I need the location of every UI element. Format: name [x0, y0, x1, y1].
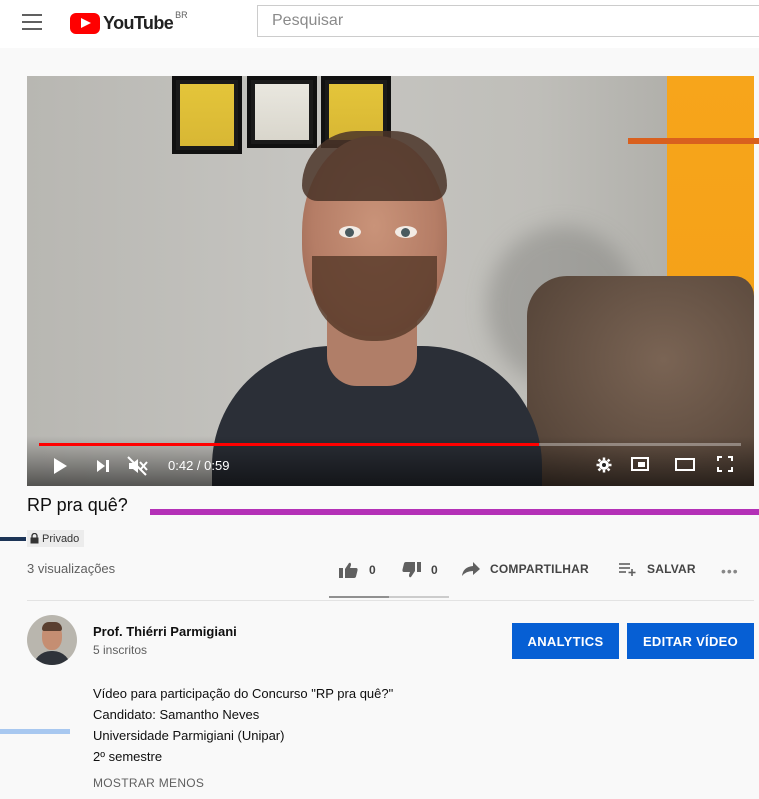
privacy-label: Privado [42, 532, 80, 545]
theater-mode-icon[interactable] [675, 458, 695, 471]
share-label: COMPARTILHAR [490, 562, 589, 576]
description-line: Universidade Parmigiani (Unipar) [93, 728, 285, 743]
decorative-lightblue-bar [0, 729, 70, 734]
logo-country-code: BR [175, 10, 188, 20]
thumbs-up-icon [339, 562, 358, 578]
muted-volume-icon[interactable] [127, 456, 149, 476]
edit-video-button[interactable]: EDITAR VÍDEO [627, 623, 754, 659]
search-box [257, 5, 759, 37]
divider [27, 600, 754, 601]
share-button[interactable]: COMPARTILHAR [462, 562, 589, 576]
description-line: Vídeo para participação do Concurso "RP … [93, 686, 394, 701]
view-count: 3 visualizações [27, 561, 116, 576]
like-button[interactable]: 0 [339, 562, 376, 578]
share-arrow-icon [462, 562, 480, 576]
like-dislike-ratio-bar [329, 596, 449, 598]
more-actions-icon[interactable]: ••• [721, 563, 739, 579]
youtube-logo[interactable]: YouTube BR [70, 10, 188, 34]
next-icon[interactable] [97, 459, 109, 473]
fullscreen-icon[interactable] [717, 456, 733, 472]
description-line: Candidato: Samantho Neves [93, 707, 260, 722]
save-button[interactable]: SALVAR [619, 562, 696, 576]
search-input[interactable] [258, 6, 759, 36]
analytics-button[interactable]: ANALYTICS [512, 623, 619, 659]
thumbs-down-icon [402, 562, 421, 578]
save-label: SALVAR [647, 562, 696, 576]
lock-icon [30, 533, 39, 544]
play-icon[interactable] [54, 458, 67, 474]
privacy-badge: Privado [27, 530, 85, 547]
add-to-playlist-icon [619, 563, 636, 576]
channel-name[interactable]: Prof. Thiérri Parmigiani [93, 624, 237, 639]
decorative-navy-bar [0, 537, 26, 541]
youtube-play-logo-icon [70, 12, 100, 34]
time-display: 0:42 / 0:59 [168, 458, 230, 473]
hamburger-menu-icon[interactable] [22, 14, 42, 32]
masthead: YouTube BR [0, 0, 759, 48]
progress-played [39, 443, 539, 446]
dislike-button[interactable]: 0 [401, 562, 438, 578]
progress-bar[interactable] [39, 443, 741, 446]
channel-avatar[interactable] [27, 615, 77, 665]
video-description: Vídeo para participação do Concurso "RP … [93, 683, 393, 767]
subscriber-count: 5 inscritos [93, 643, 148, 657]
video-title: RP pra quê? [27, 495, 128, 515]
decorative-magenta-bar [150, 509, 759, 515]
decorative-orange-bar [628, 138, 759, 144]
dislike-count: 0 [431, 563, 438, 577]
settings-gear-icon[interactable] [596, 457, 612, 473]
show-less-button[interactable]: MOSTRAR MENOS [93, 776, 204, 790]
logo-text: YouTube [103, 12, 174, 33]
like-count: 0 [369, 563, 376, 577]
description-line: 2º semestre [93, 749, 163, 764]
miniplayer-icon[interactable] [631, 457, 649, 471]
